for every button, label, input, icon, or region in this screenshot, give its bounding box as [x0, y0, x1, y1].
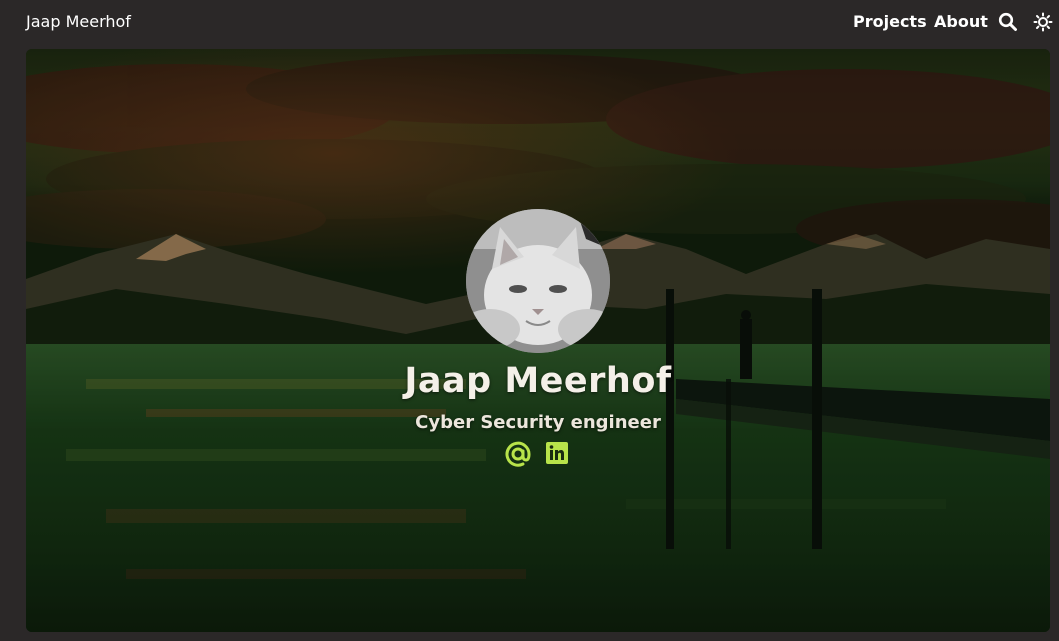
- top-navbar: Jaap Meerhof Projects About: [0, 0, 1059, 44]
- nav-link-about[interactable]: About: [934, 12, 988, 31]
- hero-subtitle: Cyber Security engineer: [415, 412, 661, 433]
- cat-photo: [466, 209, 610, 353]
- email-at-icon[interactable]: [505, 441, 531, 467]
- site-brand-link[interactable]: Jaap Meerhof: [26, 12, 131, 31]
- hero-name: Jaap Meerhof: [404, 361, 672, 401]
- nav-link-projects[interactable]: Projects: [853, 12, 927, 31]
- search-icon[interactable]: [998, 12, 1018, 32]
- theme-toggle-icon[interactable]: [1033, 12, 1053, 32]
- profile-avatar: [466, 209, 610, 353]
- hero-banner: Jaap Meerhof Cyber Security engineer: [26, 49, 1050, 632]
- linkedin-icon[interactable]: [545, 441, 571, 467]
